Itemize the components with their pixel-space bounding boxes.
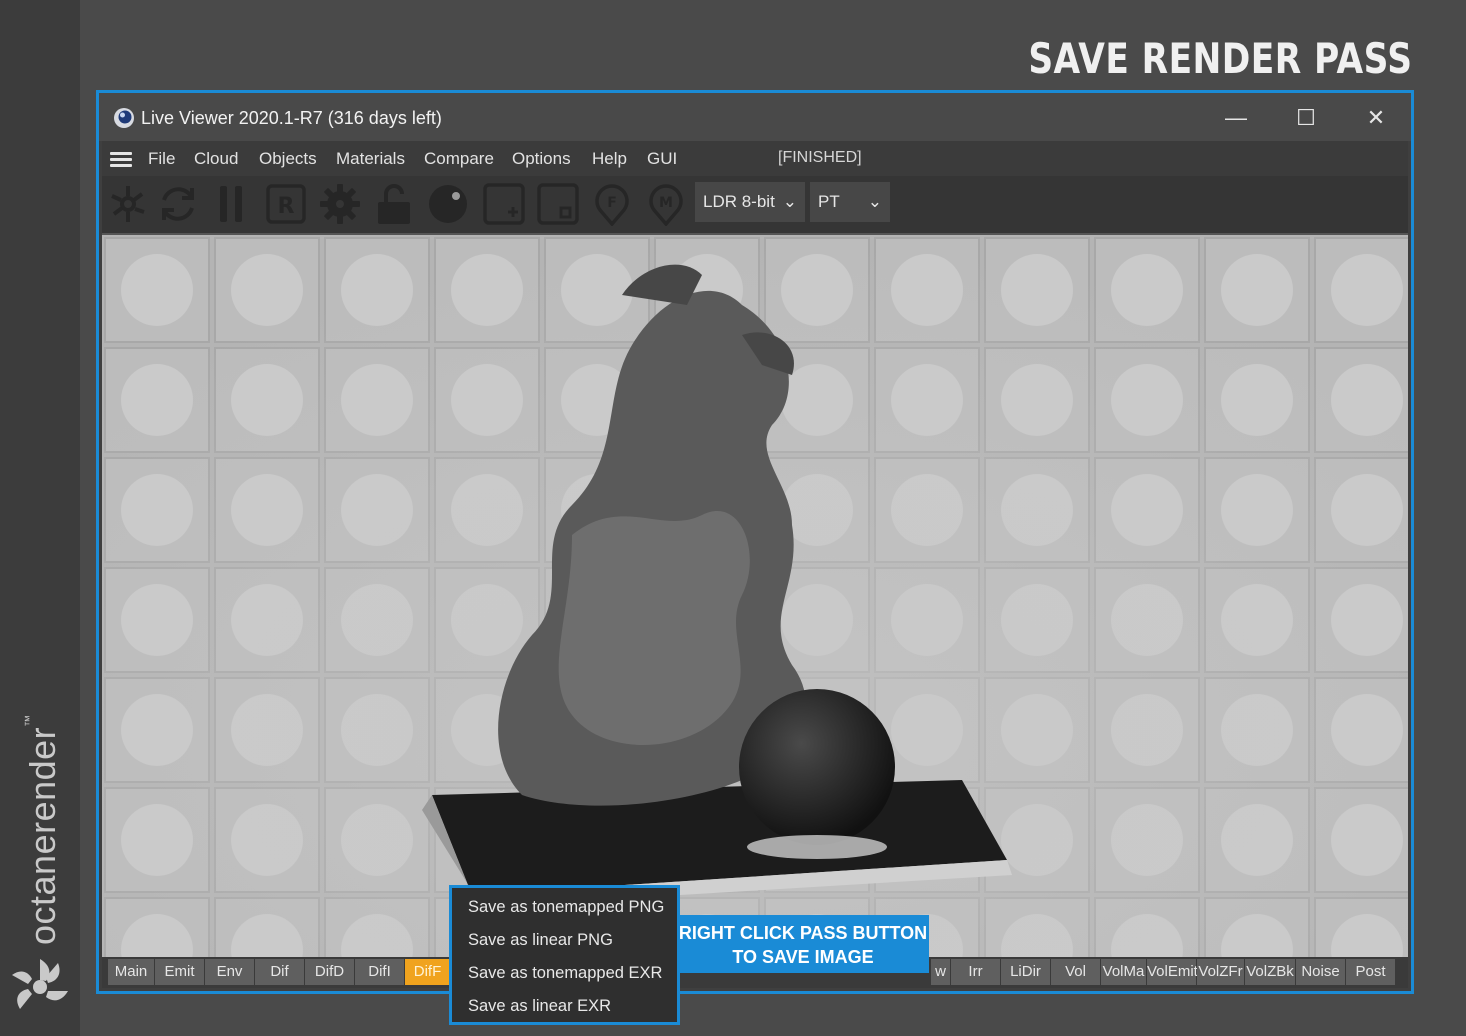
pass-volemit-button[interactable]: VolEmit [1147, 959, 1198, 985]
pass-lidir-button[interactable]: LiDir [1001, 959, 1051, 985]
save-tonemapped-exr-item[interactable]: Save as tonemapped EXR [468, 964, 662, 983]
pass-noise-button[interactable]: Noise [1296, 959, 1346, 985]
pass-dif-button[interactable]: Dif [255, 959, 305, 985]
material-picker-icon[interactable]: M [644, 182, 688, 227]
menu-options[interactable]: Options [512, 149, 571, 169]
menu-materials[interactable]: Materials [336, 149, 405, 169]
pass-emit-button[interactable]: Emit [155, 959, 205, 985]
render-viewport[interactable] [102, 235, 1408, 957]
color-depth-select[interactable]: LDR 8-bit ⌄ [695, 182, 805, 222]
toolbar: R F M LDR 8-bit ⌄ PT ⌄ [102, 176, 1408, 235]
pass-volma-button[interactable]: VolMa [1101, 959, 1147, 985]
save-tonemapped-png-item[interactable]: Save as tonemapped PNG [468, 898, 664, 917]
pass-main-button[interactable]: Main [108, 959, 155, 985]
live-viewer-window: Live Viewer 2020.1-R7 (316 days left) — … [96, 90, 1414, 994]
brand-trademark: ™ [22, 714, 36, 727]
window-titlebar: Live Viewer 2020.1-R7 (316 days left) — … [99, 93, 1411, 141]
menu-cloud[interactable]: Cloud [194, 149, 238, 169]
pass-difd-button[interactable]: DifD [305, 959, 355, 985]
pass-volzfr-button[interactable]: VolZFr [1197, 959, 1245, 985]
save-pass-context-menu: Save as tonemapped PNG Save as linear PN… [449, 885, 680, 1025]
send-to-render-icon[interactable] [106, 182, 150, 226]
callout-line-1: RIGHT CLICK PASS BUTTON [678, 923, 928, 943]
menu-compare[interactable]: Compare [424, 149, 494, 169]
material-picker-letter: M [659, 195, 673, 211]
pause-icon[interactable] [210, 182, 254, 226]
menu-objects[interactable]: Objects [259, 149, 317, 169]
render-mode-select[interactable]: PT ⌄ [810, 182, 890, 222]
brand-name: octanerender [22, 726, 63, 945]
unlock-icon[interactable] [372, 182, 416, 226]
chevron-down-icon: ⌄ [867, 192, 882, 211]
chevron-down-icon: ⌄ [782, 192, 797, 211]
minimize-button[interactable]: — [1209, 101, 1263, 135]
clay-mode-icon[interactable] [426, 182, 470, 226]
add-region-icon[interactable] [482, 182, 526, 226]
window-title: Live Viewer 2020.1-R7 (316 days left) [141, 108, 442, 128]
subtract-region-icon[interactable] [536, 182, 580, 226]
color-depth-value: LDR 8-bit [703, 192, 775, 211]
render-image [102, 235, 1408, 957]
menu-file[interactable]: File [148, 149, 175, 169]
close-button[interactable]: ✕ [1349, 101, 1403, 135]
render-status: [FINISHED] [778, 149, 862, 166]
callout-line-2: TO SAVE IMAGE [732, 947, 874, 967]
maximize-button[interactable]: ☐ [1279, 101, 1333, 135]
render-mode-value: PT [818, 192, 840, 211]
hamburger-menu-icon[interactable] [110, 152, 132, 167]
save-linear-exr-item[interactable]: Save as linear EXR [468, 997, 611, 1016]
menu-bar: File Cloud Objects Materials Compare Opt… [102, 141, 1408, 176]
octane-logo-icon [12, 959, 68, 1009]
pass-diff-button[interactable]: DifF [405, 959, 451, 985]
pass-env-button[interactable]: Env [205, 959, 255, 985]
pass-post-button[interactable]: Post [1346, 959, 1396, 985]
region-render-icon[interactable]: R [264, 182, 308, 226]
pass-partial-button[interactable]: w [931, 959, 951, 985]
pass-vol-button[interactable]: Vol [1051, 959, 1101, 985]
save-linear-png-item[interactable]: Save as linear PNG [468, 931, 613, 950]
reset-icon[interactable] [156, 182, 200, 226]
region-render-letter: R [278, 194, 295, 219]
focus-picker-letter: F [607, 195, 617, 211]
cinema4d-logo-icon [114, 108, 134, 128]
brand-wordmark: octanerender™ [22, 714, 64, 945]
focus-picker-icon[interactable]: F [590, 182, 634, 227]
pass-difi-button[interactable]: DifI [355, 959, 405, 985]
pass-irr-button[interactable]: Irr [951, 959, 1001, 985]
menu-gui[interactable]: GUI [647, 149, 677, 169]
instruction-callout: RIGHT CLICK PASS BUTTON TO SAVE IMAGE [677, 915, 929, 973]
pass-volzbk-button[interactable]: VolZBk [1245, 959, 1296, 985]
brand-sidebar: octanerender™ [0, 0, 80, 1036]
page-title: SAVE RENDER PASS [1027, 34, 1412, 83]
menu-help[interactable]: Help [592, 149, 627, 169]
settings-gear-icon[interactable] [318, 182, 362, 226]
